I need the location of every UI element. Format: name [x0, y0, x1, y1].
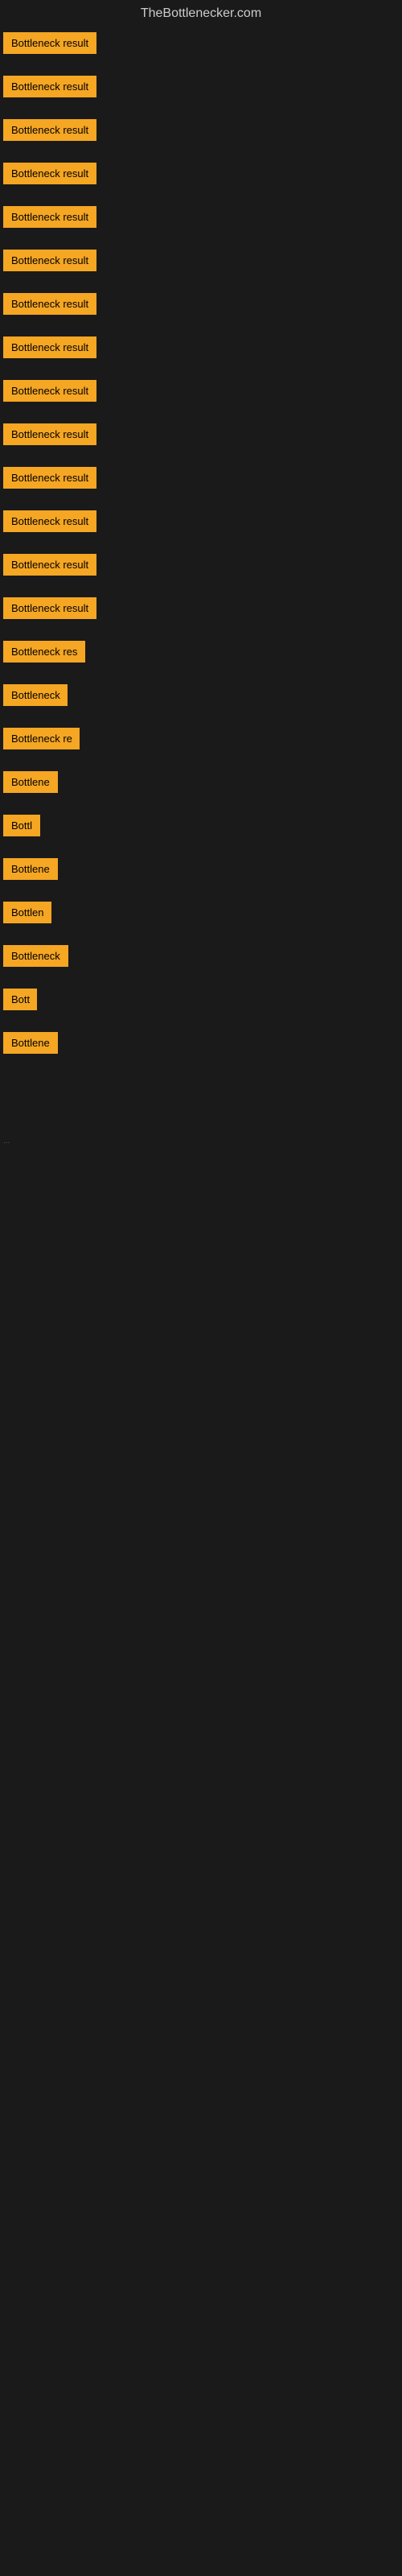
bottleneck-result-badge[interactable]: Bottleneck result — [3, 510, 96, 532]
bottleneck-result-badge[interactable]: Bottleneck — [3, 945, 68, 967]
bottleneck-result-badge[interactable]: Bottleneck — [3, 684, 68, 706]
list-item: Bottlene — [0, 1027, 402, 1063]
list-item: Bottlene — [0, 766, 402, 802]
bottleneck-result-badge[interactable]: Bottleneck result — [3, 467, 96, 489]
list-item: Bottlene — [0, 853, 402, 889]
list-item: Bottlen — [0, 897, 402, 932]
bottleneck-result-badge[interactable]: Bott — [3, 989, 37, 1010]
footer-text: ... — [0, 1135, 402, 1147]
list-item: Bottleneck res — [0, 636, 402, 671]
list-item: Bottleneck result — [0, 158, 402, 193]
list-item: Bottleneck result — [0, 506, 402, 541]
bottleneck-result-badge[interactable]: Bottlene — [3, 1032, 58, 1054]
bottleneck-result-badge[interactable]: Bottleneck result — [3, 163, 96, 184]
bottleneck-result-badge[interactable]: Bottleneck result — [3, 336, 96, 358]
bottleneck-result-badge[interactable]: Bottlene — [3, 771, 58, 793]
list-item: Bottleneck result — [0, 462, 402, 497]
bottleneck-result-badge[interactable]: Bottleneck result — [3, 119, 96, 141]
list-item: Bottleneck result — [0, 332, 402, 367]
bottleneck-result-badge[interactable]: Bottlene — [3, 858, 58, 880]
list-item: Bottleneck result — [0, 549, 402, 584]
list-item: Bottleneck — [0, 679, 402, 715]
list-item: Bottleneck result — [0, 375, 402, 411]
site-title: TheBottlenecker.com — [0, 0, 402, 27]
list-item: Bottleneck result — [0, 245, 402, 280]
list-item: Bottleneck result — [0, 114, 402, 150]
bottleneck-result-badge[interactable]: Bottleneck result — [3, 380, 96, 402]
bottleneck-result-badge[interactable]: Bottleneck res — [3, 641, 85, 663]
list-item: Bottleneck re — [0, 723, 402, 758]
list-item: Bottleneck result — [0, 592, 402, 628]
spacer-1 — [0, 1071, 402, 1135]
list-item: Bottleneck result — [0, 27, 402, 63]
bottleneck-result-badge[interactable]: Bottl — [3, 815, 40, 836]
list-item: Bott — [0, 984, 402, 1019]
bottleneck-result-badge[interactable]: Bottleneck result — [3, 76, 96, 97]
bottleneck-result-badge[interactable]: Bottleneck result — [3, 206, 96, 228]
bottleneck-result-badge[interactable]: Bottleneck result — [3, 32, 96, 54]
page-wrapper: TheBottlenecker.com Bottleneck result Bot… — [0, 0, 402, 1308]
bottleneck-result-badge[interactable]: Bottleneck result — [3, 293, 96, 315]
list-item: Bottleneck result — [0, 201, 402, 237]
bottom-spacer — [0, 1147, 402, 1308]
list-item: Bottleneck — [0, 940, 402, 976]
bottleneck-result-badge[interactable]: Bottleneck result — [3, 597, 96, 619]
bottleneck-result-badge[interactable]: Bottlen — [3, 902, 51, 923]
list-item: Bottl — [0, 810, 402, 845]
bottleneck-result-badge[interactable]: Bottleneck result — [3, 250, 96, 271]
bottleneck-result-badge[interactable]: Bottleneck result — [3, 554, 96, 576]
list-item: Bottleneck result — [0, 419, 402, 454]
bottleneck-result-badge[interactable]: Bottleneck re — [3, 728, 80, 749]
bottleneck-result-badge[interactable]: Bottleneck result — [3, 423, 96, 445]
list-item: Bottleneck result — [0, 288, 402, 324]
list-item: Bottleneck result — [0, 71, 402, 106]
